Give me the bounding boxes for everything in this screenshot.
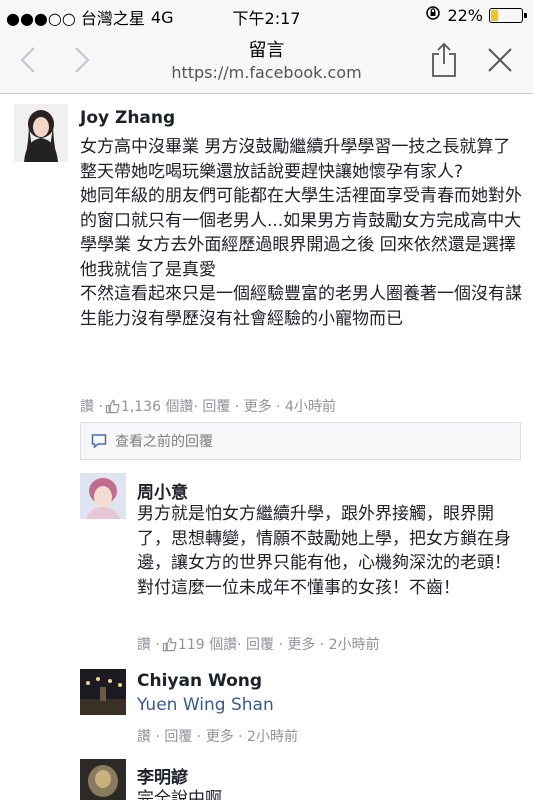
reply-meta[interactable]: 讚 · 回覆 · 更多 · 2小時前 bbox=[137, 726, 298, 746]
battery-percent: 22% bbox=[447, 5, 483, 25]
view-previous-replies-label: 查看之前的回覆 bbox=[115, 434, 213, 450]
close-button[interactable] bbox=[480, 38, 520, 82]
like-action[interactable]: 讚 · bbox=[80, 396, 103, 416]
user-photo-icon bbox=[14, 104, 68, 162]
comments-thread: Joy Zhang 女方高中沒畢業 男方沒鼓勵繼續升學學習一技之長就算了 整天帶… bbox=[0, 94, 533, 800]
comment-bubble-icon bbox=[91, 434, 107, 449]
user-photo-icon bbox=[80, 759, 126, 800]
avatar-joy-zhang[interactable] bbox=[14, 104, 68, 162]
comment-author[interactable]: Joy Zhang bbox=[80, 108, 175, 128]
reply-text: 完全說中啊 bbox=[137, 789, 222, 800]
avatar-reply-2[interactable] bbox=[80, 669, 126, 715]
status-right: 22% bbox=[425, 5, 527, 25]
battery-fill bbox=[491, 9, 498, 21]
reply-author[interactable]: 周小意 bbox=[137, 478, 188, 503]
tagged-user-link[interactable]: Yuen Wing Shan bbox=[137, 695, 274, 715]
share-icon bbox=[432, 42, 456, 77]
reply-actions[interactable]: · 回覆 · 更多 · 2小時前 bbox=[237, 634, 380, 654]
comment-meta: 讚 · 1,136 個讚 · 回覆 · 更多 · 4小時前 bbox=[80, 396, 336, 416]
orientation-lock-icon bbox=[425, 5, 441, 25]
like-count[interactable]: 1,136 個讚 bbox=[121, 396, 194, 416]
comment-actions[interactable]: · 回覆 · 更多 · 4小時前 bbox=[193, 396, 336, 416]
avatar-reply-1[interactable] bbox=[80, 473, 126, 519]
avatar-reply-3[interactable] bbox=[80, 759, 126, 800]
like-action[interactable]: 讚 · bbox=[137, 634, 160, 654]
view-previous-replies-button[interactable]: 查看之前的回覆 bbox=[80, 422, 521, 460]
user-photo-icon bbox=[80, 473, 126, 519]
reply-text: 男方就是怕女方繼續升學，跟外界接觸，眼界開了，思想轉變，情願不鼓勵她上學，把女方… bbox=[137, 504, 511, 598]
like-count[interactable]: 119 個讚 bbox=[178, 634, 237, 654]
like-icon bbox=[162, 637, 177, 651]
battery-icon bbox=[489, 7, 527, 23]
nav-bar: 留言 https://m.facebook.com bbox=[0, 30, 533, 94]
close-icon bbox=[488, 48, 512, 72]
reply-author[interactable]: 李明諺 bbox=[137, 763, 188, 788]
like-icon bbox=[105, 399, 120, 413]
share-button[interactable] bbox=[424, 38, 464, 82]
reply-author[interactable]: Chiyan Wong bbox=[137, 671, 262, 691]
comment-text: 女方高中沒畢業 男方沒鼓勵繼續升學學習一技之長就算了 整天帶她吃喝玩樂還放話說要… bbox=[80, 137, 522, 329]
status-bar: ●●●○○ 台灣之星 4G 下午2:17 22% bbox=[0, 0, 533, 30]
reply-meta: 讚 · 119 個讚 · 回覆 · 更多 · 2小時前 bbox=[137, 634, 380, 654]
user-photo-icon bbox=[80, 669, 126, 715]
